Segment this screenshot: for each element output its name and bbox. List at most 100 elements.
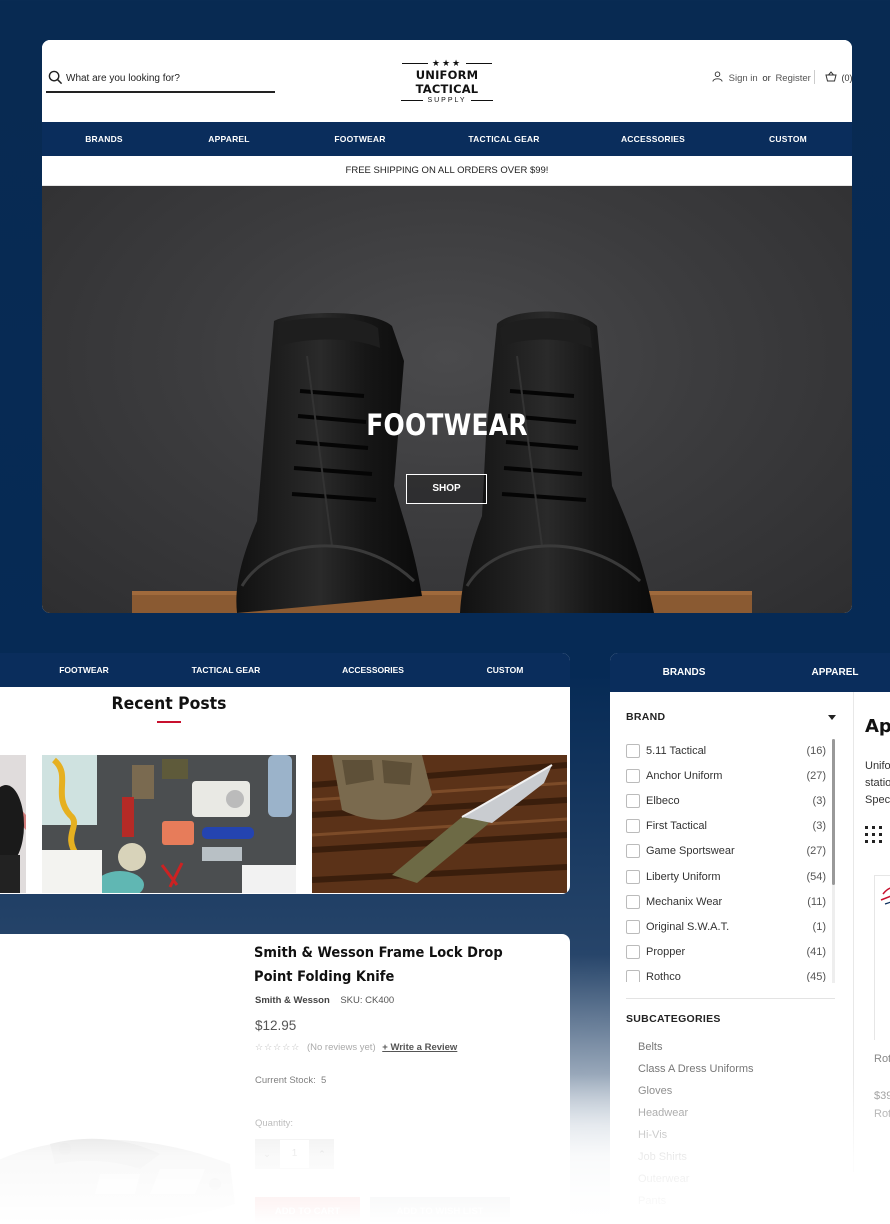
write-review-link[interactable]: + Write a Review: [382, 1042, 457, 1053]
nav-item-custom[interactable]: CUSTOM: [769, 122, 807, 156]
logo-name: UNIFORM TACTICAL: [415, 68, 479, 96]
stock-info: Current Stock: 5: [255, 1075, 326, 1086]
nav-item-accessories[interactable]: ACCESSORIES: [342, 653, 404, 687]
rating-stars-icon: ☆☆☆☆☆: [255, 1043, 301, 1053]
brand-checkbox[interactable]: [626, 819, 640, 834]
nav-item-tactical-gear[interactable]: TACTICAL GEAR: [468, 122, 539, 156]
hero-banner: FOOTWEAR SHOP: [42, 186, 852, 613]
add-to-cart-button[interactable]: ADD TO CART: [255, 1197, 360, 1224]
brand-checkbox[interactable]: [626, 944, 640, 959]
quantity-input[interactable]: 1: [279, 1139, 310, 1169]
brand-checkbox[interactable]: [626, 969, 640, 982]
product-card-name[interactable]: Rot: [874, 1053, 890, 1065]
product-brand-link[interactable]: Smith & Wesson: [255, 995, 330, 1006]
write-review-label: Write a Review: [390, 1042, 458, 1053]
search-input[interactable]: [66, 68, 271, 88]
brand-checkbox[interactable]: [626, 919, 640, 934]
brand-count: (3): [812, 795, 826, 808]
brand-filter-option[interactable]: Mechanix Wear (11): [626, 893, 826, 911]
brand-count: (27): [806, 845, 826, 858]
category-description-line: Unifo: [865, 760, 890, 772]
blog-post-image[interactable]: [0, 755, 26, 893]
add-to-wishlist-button[interactable]: ADD TO WISH LIST: [370, 1197, 510, 1224]
nav-item-accessories[interactable]: ACCESSORIES: [621, 122, 685, 156]
product-reviews: ☆☆☆☆☆ (No reviews yet) + Write a Review: [255, 1042, 457, 1053]
chevron-up-icon: ⌃: [318, 1149, 326, 1159]
post-photo-person: [0, 755, 26, 893]
register-link[interactable]: Register: [775, 73, 810, 84]
facet-divider: [626, 998, 835, 999]
brand-count: (16): [806, 745, 826, 757]
subcategory-link[interactable]: Outerwear: [638, 1173, 689, 1185]
brand-filter-option[interactable]: Liberty Uniform (54): [626, 868, 826, 886]
main-nav: BRANDS APPAREL FOOTWEAR TACTICAL GEAR AC…: [42, 122, 852, 156]
brand-checkbox[interactable]: [626, 894, 640, 909]
brand-list-scrollbar[interactable]: [832, 739, 835, 885]
brand-name: Elbeco: [646, 795, 680, 808]
caret-down-icon[interactable]: [828, 715, 836, 720]
subcategory-link[interactable]: Hi-Vis: [638, 1129, 667, 1141]
brand-filter-option[interactable]: Elbeco (3): [626, 792, 826, 810]
search-bar[interactable]: [46, 68, 275, 93]
brand-filter-option[interactable]: First Tactical (3): [626, 817, 826, 835]
stock-value: 5: [321, 1075, 327, 1086]
site-header: ★★★ UNIFORM TACTICAL SUPPLY Sign in or R…: [42, 40, 852, 122]
brand-checkbox[interactable]: [626, 844, 640, 859]
brand-checkbox[interactable]: [626, 769, 640, 784]
brand-checkbox[interactable]: [626, 869, 640, 884]
grid-view-icon[interactable]: [865, 826, 883, 844]
nav-item-brands[interactable]: BRANDS: [85, 122, 123, 156]
brand-filter-option[interactable]: 5.11 Tactical (16): [626, 742, 826, 760]
decrease-quantity-button[interactable]: ⌄: [255, 1139, 279, 1169]
brand-name: Original S.W.A.T.: [646, 920, 730, 933]
subcategory-link[interactable]: Class A Dress Uniforms: [638, 1063, 754, 1075]
quantity-stepper[interactable]: ⌄ 1 ⌃: [255, 1139, 334, 1169]
increase-quantity-button[interactable]: ⌃: [310, 1139, 334, 1169]
brand-filter-option[interactable]: Propper (41): [626, 943, 826, 961]
product-logo-fragment: [880, 887, 890, 905]
homepage-panel: ★★★ UNIFORM TACTICAL SUPPLY Sign in or R…: [42, 40, 852, 613]
product-card-image[interactable]: [874, 875, 890, 1040]
cart-button[interactable]: (0): [825, 71, 852, 83]
nav-item-brands[interactable]: BRANDS: [663, 653, 706, 692]
search-icon[interactable]: [48, 70, 63, 85]
shop-button[interactable]: SHOP: [406, 474, 487, 504]
nav-item-apparel[interactable]: APPAREL: [208, 122, 249, 156]
hero-title: FOOTWEAR: [366, 408, 528, 442]
nav-item-apparel[interactable]: APPAREL: [811, 653, 858, 692]
brand-filter-option[interactable]: Rothco (45): [626, 968, 826, 982]
subcategory-link[interactable]: Headwear: [638, 1107, 688, 1119]
sku-value: CK400: [365, 995, 395, 1006]
subcategory-link[interactable]: Gloves: [638, 1085, 672, 1097]
blog-post-image[interactable]: [312, 755, 567, 893]
product-meta: Smith & Wesson SKU: CK400: [255, 995, 394, 1006]
subcategory-link[interactable]: Job Shirts: [638, 1151, 687, 1163]
brand-facet-heading[interactable]: BRAND: [626, 711, 665, 723]
nav-item-custom[interactable]: CUSTOM: [487, 653, 524, 687]
product-card-price: $39: [874, 1090, 890, 1102]
brand-count: (41): [806, 945, 826, 958]
logo-subtitle: SUPPLY: [390, 96, 504, 105]
brand-filter-option[interactable]: Anchor Uniform (27): [626, 767, 826, 785]
sign-in-link[interactable]: Sign in: [729, 73, 758, 84]
brand-filter-option[interactable]: Original S.W.A.T. (1): [626, 918, 826, 936]
brand-checkbox[interactable]: [626, 794, 640, 809]
brand-checkbox[interactable]: [626, 744, 640, 758]
brand-name: Mechanix Wear: [646, 895, 723, 908]
subcategory-link[interactable]: Pants: [638, 1195, 666, 1207]
category-nav: BRANDS APPAREL: [610, 653, 890, 692]
brand-filter-list[interactable]: 5.11 Tactical (16) Anchor Uniform (27) Elbec…: [626, 742, 826, 982]
nav-item-footwear[interactable]: FOOTWEAR: [334, 122, 385, 156]
quantity-label: Quantity:: [255, 1118, 294, 1129]
nav-item-footwear[interactable]: FOOTWEAR: [59, 653, 109, 687]
site-logo[interactable]: ★★★ UNIFORM TACTICAL SUPPLY: [390, 58, 504, 104]
brand-name: Anchor Uniform: [646, 770, 723, 783]
brand-name: Liberty Uniform: [646, 870, 721, 883]
blog-post-image[interactable]: [42, 755, 296, 893]
brand-name: Game Sportswear: [646, 845, 735, 858]
nav-item-tactical-gear[interactable]: TACTICAL GEAR: [192, 653, 261, 687]
subcategory-link[interactable]: Belts: [638, 1041, 662, 1053]
title-underline: [157, 721, 181, 723]
brand-filter-option[interactable]: Game Sportswear (27): [626, 842, 826, 860]
post-photo-knife: [312, 755, 567, 893]
